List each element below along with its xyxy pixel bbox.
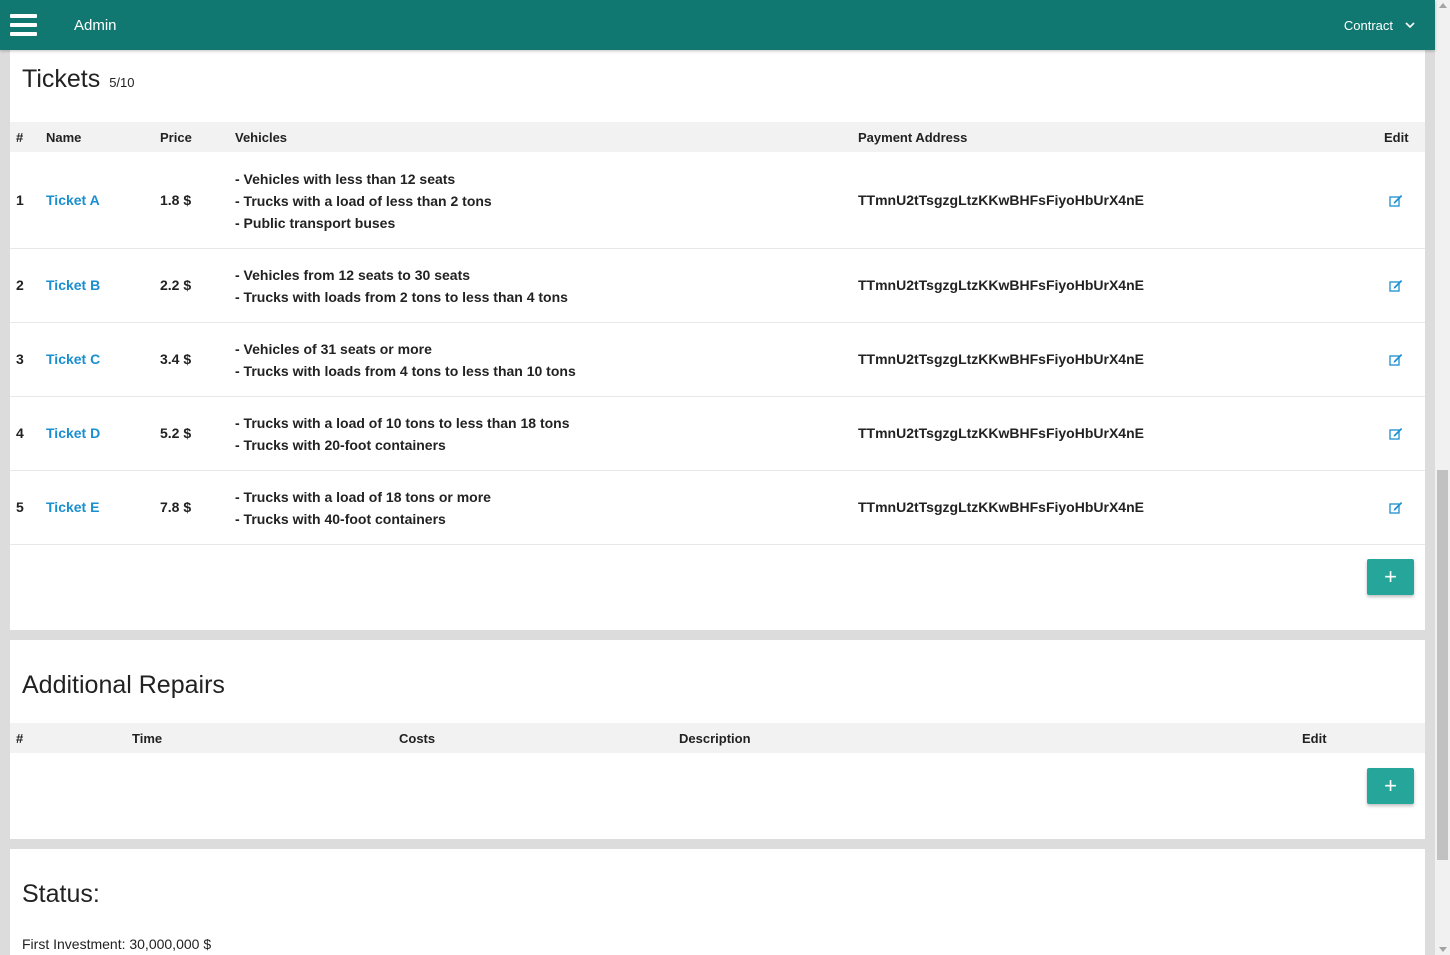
col-edit: Edit xyxy=(1302,731,1327,746)
scrollbar-thumb[interactable] xyxy=(1437,470,1448,860)
chevron-down-icon xyxy=(1405,21,1415,28)
status-title: Status: xyxy=(22,880,100,908)
payment-address: TTmnU2tTsgzgLtzKKwBHFsFiyoHbUrX4nE xyxy=(858,425,1144,441)
ticket-price: 1.8 $ xyxy=(160,191,192,208)
table-row: 1 Ticket A 1.8 $ - Vehicles with less than … xyxy=(10,152,1425,249)
col-num: # xyxy=(16,130,24,145)
ticket-number: 5 xyxy=(16,499,24,515)
vertical-scrollbar[interactable] xyxy=(1435,0,1450,955)
first-investment: First Investment: 30,000,000 $ xyxy=(22,936,212,952)
payment-address: TTmnU2tTsgzgLtzKKwBHFsFiyoHbUrX4nE xyxy=(858,191,1144,208)
top-app-bar: Admin Contract xyxy=(0,0,1435,50)
vehicle-item: - Vehicles with less than 12 seats xyxy=(235,170,456,187)
repairs-table-header: # Time Costs Description Edit xyxy=(10,723,1425,753)
scroll-down-icon[interactable] xyxy=(1439,947,1447,952)
ticket-vehicles: - Vehicles from 12 seats to 30 seats - Tr… xyxy=(235,264,568,308)
vehicle-item: - Vehicles from 12 seats to 30 seats xyxy=(235,267,471,283)
edit-icon[interactable] xyxy=(1389,353,1403,366)
col-edit: Edit xyxy=(1384,130,1409,145)
ticket-vehicles: - Vehicles with less than 12 seats - Truc… xyxy=(235,168,492,234)
table-row: 3 Ticket C 3.4 $ - Vehicles of 31 seats or … xyxy=(10,323,1425,397)
vehicle-item: - Trucks with loads from 4 tons to less … xyxy=(235,363,576,379)
tickets-count: 5/10 xyxy=(109,75,135,90)
col-time: Time xyxy=(132,731,163,746)
col-description: Description xyxy=(679,731,751,746)
vehicle-item: - Trucks with 40-foot containers xyxy=(235,511,446,527)
vehicle-item: - Trucks with loads from 2 tons to less … xyxy=(235,289,568,305)
ticket-number: 2 xyxy=(16,277,24,293)
edit-icon[interactable] xyxy=(1389,279,1403,292)
repairs-title: Additional Repairs xyxy=(22,671,225,699)
payment-address: TTmnU2tTsgzgLtzKKwBHFsFiyoHbUrX4nE xyxy=(858,499,1144,515)
vehicle-item: - Trucks with a load of less than 2 tons xyxy=(235,192,492,209)
edit-icon[interactable] xyxy=(1389,427,1403,440)
tickets-card: Tickets 5/10 # Name Price Vehicles Payme… xyxy=(10,40,1425,630)
edit-icon[interactable] xyxy=(1389,194,1403,207)
col-name: Name xyxy=(46,130,82,145)
ticket-vehicles: - Trucks with a load of 10 tons to less … xyxy=(235,412,570,456)
payment-address: TTmnU2tTsgzgLtzKKwBHFsFiyoHbUrX4nE xyxy=(858,277,1144,293)
ticket-number: 3 xyxy=(16,351,24,367)
status-card: Status: First Investment: 30,000,000 $ xyxy=(10,849,1425,955)
ticket-price: 7.8 $ xyxy=(160,499,192,515)
ticket-number: 1 xyxy=(16,191,24,208)
ticket-name-link[interactable]: Ticket B xyxy=(46,277,100,293)
col-costs: Costs xyxy=(399,731,436,746)
page-content: Tickets 5/10 # Name Price Vehicles Payme… xyxy=(0,0,1435,955)
ticket-name-link[interactable]: Ticket E xyxy=(46,499,99,515)
add-repair-button[interactable]: + xyxy=(1367,768,1414,804)
edit-icon[interactable] xyxy=(1389,501,1403,514)
vehicle-item: - Trucks with a load of 18 tons or more xyxy=(235,489,491,505)
col-payment-address: Payment Address xyxy=(858,130,968,145)
ticket-price: 5.2 $ xyxy=(160,425,192,441)
ticket-name-link[interactable]: Ticket A xyxy=(46,192,100,208)
repairs-card: Additional Repairs # Time Costs Descript… xyxy=(10,640,1425,839)
brand-title[interactable]: Admin xyxy=(74,17,117,34)
vehicle-item: - Public transport buses xyxy=(235,214,396,231)
tickets-table-header: # Name Price Vehicles Payment Address Ed… xyxy=(10,122,1425,152)
ticket-vehicles: - Trucks with a load of 18 tons or more -… xyxy=(235,486,491,530)
tickets-title: Tickets 5/10 xyxy=(22,65,135,94)
col-price: Price xyxy=(160,130,192,145)
table-row: 2 Ticket B 2.2 $ - Vehicles from 12 seats t… xyxy=(10,249,1425,323)
table-row: 4 Ticket D 5.2 $ - Trucks with a load of 10… xyxy=(10,397,1425,471)
scroll-up-icon[interactable] xyxy=(1439,3,1447,8)
vehicle-item: - Trucks with a load of 10 tons to less … xyxy=(235,415,570,431)
ticket-vehicles: - Vehicles of 31 seats or more - Trucks w… xyxy=(235,338,576,382)
vehicle-item: - Vehicles of 31 seats or more xyxy=(235,341,432,357)
contract-dropdown[interactable]: Contract xyxy=(1344,18,1415,33)
ticket-price: 3.4 $ xyxy=(160,351,192,367)
col-vehicles: Vehicles xyxy=(235,130,288,145)
vehicle-item: - Trucks with 20-foot containers xyxy=(235,437,446,453)
ticket-price: 2.2 $ xyxy=(160,277,192,293)
menu-icon[interactable] xyxy=(10,14,37,36)
table-row: 5 Ticket E 7.8 $ - Trucks with a load of 18… xyxy=(10,471,1425,545)
ticket-name-link[interactable]: Ticket C xyxy=(46,351,100,367)
ticket-number: 4 xyxy=(16,425,24,441)
col-num: # xyxy=(16,731,24,746)
payment-address: TTmnU2tTsgzgLtzKKwBHFsFiyoHbUrX4nE xyxy=(858,351,1144,367)
add-ticket-button[interactable]: + xyxy=(1367,559,1414,595)
ticket-name-link[interactable]: Ticket D xyxy=(46,425,100,441)
tickets-title-text: Tickets xyxy=(22,65,101,93)
contract-label: Contract xyxy=(1343,17,1393,33)
